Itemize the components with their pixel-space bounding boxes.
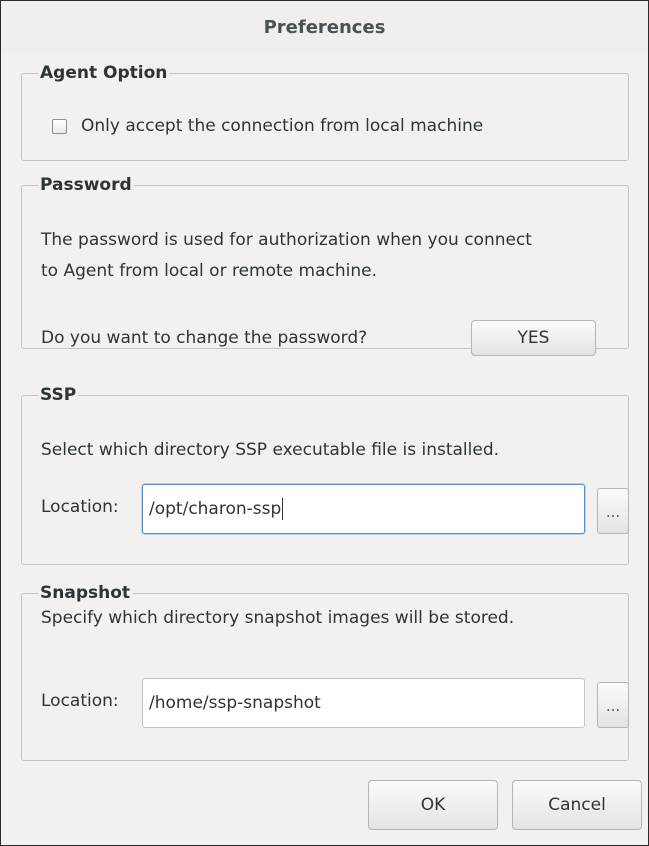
password-description-line1: The password is used for authorization w…	[41, 230, 532, 250]
text-caret	[282, 498, 284, 520]
ssp-group: SSP	[21, 385, 629, 565]
snapshot-legend: Snapshot	[40, 583, 131, 603]
ssp-location-value: /opt/charon-ssp	[149, 499, 282, 519]
ssp-location-label: Location:	[41, 497, 119, 517]
snapshot-location-input[interactable]: /home/ssp-snapshot	[142, 678, 585, 728]
password-description-line2: to Agent from local or remote machine.	[41, 261, 377, 281]
agent-option-group: Agent Option	[21, 63, 629, 161]
local-only-label[interactable]: Only accept the connection from local ma…	[81, 116, 483, 136]
ssp-browse-button[interactable]: ...	[597, 488, 629, 534]
change-password-question: Do you want to change the password?	[41, 328, 368, 348]
ok-button[interactable]: OK	[368, 780, 498, 830]
change-password-yes-button[interactable]: YES	[471, 320, 596, 356]
ssp-legend: SSP	[40, 385, 77, 405]
snapshot-description: Specify which directory snapshot images …	[41, 608, 515, 628]
snapshot-location-value: /home/ssp-snapshot	[149, 693, 321, 713]
ssp-location-input[interactable]: /opt/charon-ssp	[142, 484, 585, 534]
dialog-title: Preferences	[263, 16, 386, 38]
local-only-checkbox[interactable]	[52, 119, 67, 134]
title-bar[interactable]: Preferences	[1, 1, 648, 53]
cancel-button[interactable]: Cancel	[512, 780, 642, 830]
snapshot-browse-button[interactable]: ...	[597, 682, 629, 728]
preferences-dialog: Preferences Agent Option Only accept the…	[0, 0, 649, 846]
password-legend: Password	[40, 175, 132, 195]
ssp-description: Select which directory SSP executable fi…	[41, 440, 500, 460]
snapshot-location-label: Location:	[41, 691, 119, 711]
agent-option-legend: Agent Option	[40, 63, 168, 83]
